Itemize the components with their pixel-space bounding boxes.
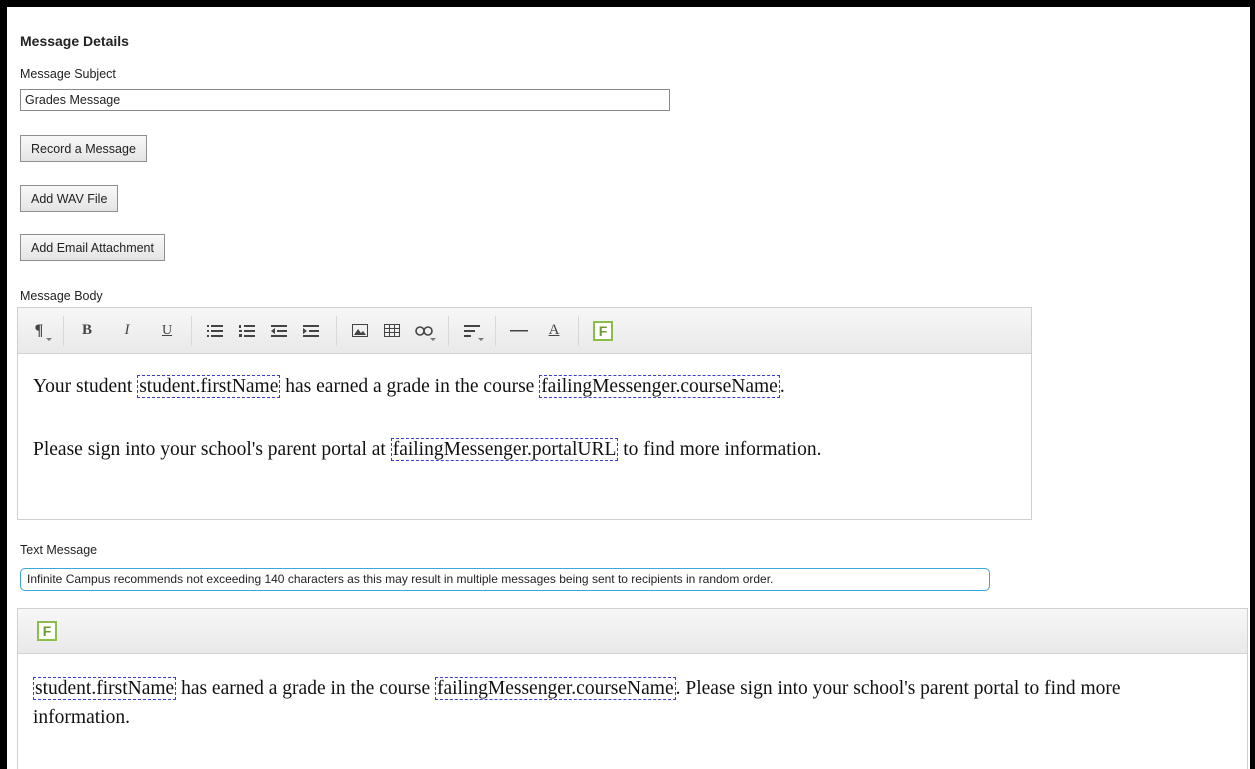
field-insert-icon[interactable]: F xyxy=(32,609,62,653)
field-course-name[interactable]: failingMessenger.courseName xyxy=(539,375,780,398)
paragraph-icon[interactable]: ¶ xyxy=(24,308,54,353)
text-message-label: Text Message xyxy=(20,543,98,557)
message-body-editor: ¶ B I U A F Your student student.firstNa… xyxy=(17,307,1032,520)
bold-icon[interactable]: B xyxy=(74,308,100,353)
outdent-icon[interactable] xyxy=(265,308,293,353)
text-message-content[interactable]: student.firstName has earned a grade in … xyxy=(33,674,1213,732)
image-icon[interactable] xyxy=(346,308,374,353)
underline-icon[interactable]: U xyxy=(154,308,180,353)
subject-input[interactable] xyxy=(20,89,670,111)
link-icon[interactable] xyxy=(410,308,438,353)
message-body-line-1[interactable]: Your student student.firstName has earne… xyxy=(33,374,785,400)
text-message-editor: F student.firstName has earned a grade i… xyxy=(17,608,1248,769)
field-portal-url[interactable]: failingMessenger.portalURL xyxy=(390,438,619,461)
field-student-first-name[interactable]: student.firstName xyxy=(137,375,281,398)
subject-label: Message Subject xyxy=(20,67,116,81)
ordered-list-icon[interactable] xyxy=(233,308,261,353)
section-title: Message Details xyxy=(20,33,129,49)
message-body-toolbar: ¶ B I U A F xyxy=(18,308,1031,354)
field-insert-icon[interactable]: F xyxy=(588,308,618,353)
table-icon[interactable] xyxy=(378,308,406,353)
indent-icon[interactable] xyxy=(297,308,325,353)
message-body-line-2[interactable]: Please sign into your school's parent po… xyxy=(33,437,821,463)
align-icon[interactable] xyxy=(458,308,486,353)
character-limit-notice: Infinite Campus recommends not exceeding… xyxy=(20,568,990,591)
text-message-toolbar: F xyxy=(18,609,1247,654)
add-email-attachment-button[interactable]: Add Email Attachment xyxy=(20,234,165,261)
add-wav-file-button[interactable]: Add WAV File xyxy=(20,185,119,212)
field-course-name[interactable]: failingMessenger.courseName xyxy=(434,677,676,700)
italic-icon[interactable]: I xyxy=(114,308,140,353)
message-details-panel: Message Details Message Subject Record a… xyxy=(7,7,1250,769)
record-message-button[interactable]: Record a Message xyxy=(20,135,147,162)
unordered-list-icon[interactable] xyxy=(201,308,229,353)
font-color-icon[interactable]: A xyxy=(540,308,568,353)
horizontal-rule-icon[interactable] xyxy=(505,308,533,353)
field-student-first-name[interactable]: student.firstName xyxy=(33,677,177,700)
message-body-label: Message Body xyxy=(20,289,103,303)
